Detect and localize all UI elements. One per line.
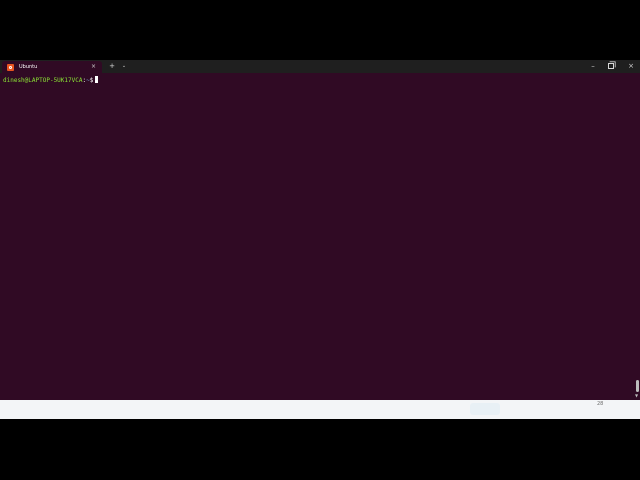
tab-close-button[interactable]: × bbox=[91, 64, 96, 70]
taskbar-number: 28 bbox=[597, 401, 604, 407]
terminal-output[interactable]: dinesh@LAPTOP-5UK17VCA:~$ bbox=[3, 76, 99, 85]
taskbar-item[interactable] bbox=[470, 403, 500, 415]
tab-ubuntu[interactable]: Ubuntu × bbox=[2, 61, 102, 73]
scrollbar[interactable]: ▼ bbox=[635, 378, 639, 398]
tab-dropdown-button[interactable]: ⌄ bbox=[119, 60, 129, 73]
taskbar: 28 bbox=[0, 400, 640, 419]
ubuntu-icon bbox=[7, 63, 14, 71]
restore-icon bbox=[608, 63, 614, 69]
tab-title: Ubuntu bbox=[19, 64, 38, 70]
prompt-symbol: $ bbox=[89, 77, 94, 84]
screen: Ubuntu × + ⌄ – × dinesh@LAPTOP-5UK17VCA:… bbox=[0, 0, 640, 480]
close-window-button[interactable]: × bbox=[624, 60, 638, 73]
chevron-down-icon[interactable]: ▼ bbox=[635, 394, 638, 398]
scroll-thumb[interactable] bbox=[636, 380, 639, 392]
minimize-button[interactable]: – bbox=[586, 60, 600, 73]
maximize-button[interactable] bbox=[604, 60, 618, 73]
prompt-user-host: dinesh@LAPTOP-5UK17VCA bbox=[3, 77, 83, 84]
new-tab-button[interactable]: + bbox=[107, 60, 117, 73]
text-cursor bbox=[95, 76, 99, 83]
title-bar: Ubuntu × + ⌄ – × bbox=[0, 60, 640, 73]
terminal-window: Ubuntu × + ⌄ – × dinesh@LAPTOP-5UK17VCA:… bbox=[0, 60, 640, 400]
